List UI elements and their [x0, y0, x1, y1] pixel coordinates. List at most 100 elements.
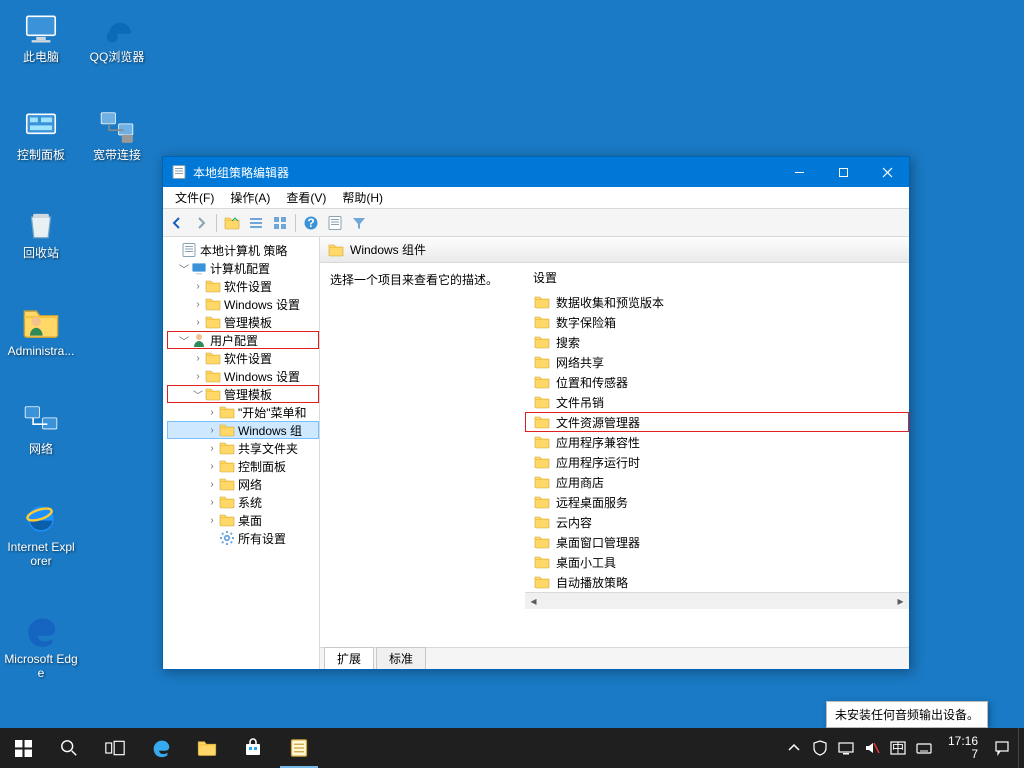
list-item[interactable]: 搜索: [525, 332, 909, 352]
tree-cc-admin[interactable]: ›管理模板: [167, 313, 319, 331]
tree-admin-child[interactable]: 所有设置: [167, 529, 319, 547]
tray-network-icon[interactable]: [838, 740, 854, 756]
scroll-left-button[interactable]: ◂: [525, 593, 542, 609]
minimize-button[interactable]: [777, 157, 821, 187]
folder-icon: [205, 350, 221, 366]
desktop-icon-controlpanel[interactable]: 控制面板: [4, 104, 78, 162]
list-item-label: 应用商店: [556, 474, 604, 491]
help-button[interactable]: ?: [299, 211, 323, 235]
tray-chevron-icon[interactable]: [786, 740, 802, 756]
taskbar-explorer[interactable]: [184, 728, 230, 768]
list-item-label: 数字保险箱: [556, 314, 616, 331]
taskbar-edge[interactable]: [138, 728, 184, 768]
tray-clock[interactable]: 17:167: [942, 735, 984, 761]
tree-admin-child[interactable]: ›"开始"菜单和: [167, 403, 319, 421]
menu-action[interactable]: 操作(A): [222, 187, 278, 208]
tree-cc-soft[interactable]: ›软件设置: [167, 277, 319, 295]
desktop-icon-admin[interactable]: Administra...: [4, 300, 78, 358]
taskbar-store[interactable]: [230, 728, 276, 768]
desktop-icon-network[interactable]: 网络: [4, 398, 78, 456]
list-item[interactable]: 应用程序运行时: [525, 452, 909, 472]
tree-admin-child[interactable]: ›共享文件夹: [167, 439, 319, 457]
properties-button[interactable]: [323, 211, 347, 235]
taskbar-gpedit[interactable]: [276, 728, 322, 768]
menu-help[interactable]: 帮助(H): [334, 187, 391, 208]
tab-extended[interactable]: 扩展: [324, 647, 374, 669]
tree-label: Windows 设置: [224, 296, 300, 313]
nav-back-button[interactable]: [165, 211, 189, 235]
list-item-label: 搜索: [556, 334, 580, 351]
tree-admin-child[interactable]: ›桌面: [167, 511, 319, 529]
hscrollbar[interactable]: ◂ ▸: [525, 592, 909, 609]
taskview-button[interactable]: [92, 728, 138, 768]
list-item[interactable]: 桌面小工具: [525, 552, 909, 572]
desktop-icon-qqbrowser[interactable]: QQ浏览器: [80, 6, 154, 64]
tree-cc-win[interactable]: ›Windows 设置: [167, 295, 319, 313]
folder-icon: [534, 454, 550, 470]
show-desktop-button[interactable]: [1018, 728, 1024, 768]
tree-pane[interactable]: 本地计算机 策略 ﹀计算机配置 ›软件设置 ›Windows 设置 ›管理模板 …: [163, 237, 320, 669]
tree-label: 桌面: [238, 512, 262, 529]
maximize-button[interactable]: [821, 157, 865, 187]
taskbar: 中 17:167: [0, 728, 1024, 768]
desktop-icon-edge[interactable]: Microsoft Edge: [4, 608, 78, 680]
folder-icon: [205, 386, 221, 402]
tree-root[interactable]: 本地计算机 策略: [167, 241, 319, 259]
tray-security-icon[interactable]: [812, 740, 828, 756]
list-item[interactable]: 位置和传感器: [525, 372, 909, 392]
desktop-icon-recyclebin[interactable]: 回收站: [4, 202, 78, 260]
action-center-icon[interactable]: [994, 740, 1010, 756]
close-button[interactable]: [865, 157, 909, 187]
nav-fwd-button[interactable]: [189, 211, 213, 235]
folder-icon: [205, 314, 221, 330]
tray-volume-icon[interactable]: [864, 740, 880, 756]
menu-file[interactable]: 文件(F): [167, 187, 222, 208]
titlebar[interactable]: 本地组策略编辑器: [163, 157, 909, 187]
tree-admin-child[interactable]: ›控制面板: [167, 457, 319, 475]
list-item[interactable]: 网络共享: [525, 352, 909, 372]
details-button[interactable]: [268, 211, 292, 235]
list-item[interactable]: 桌面窗口管理器: [525, 532, 909, 552]
desktop-icon-ie[interactable]: Internet Explorer: [4, 496, 78, 568]
list-item[interactable]: 文件资源管理器: [525, 412, 909, 432]
scroll-right-button[interactable]: ▸: [892, 593, 909, 609]
description-prompt: 选择一个项目来查看它的描述。: [330, 273, 498, 287]
list-item[interactable]: 文件吊销: [525, 392, 909, 412]
folder-icon: [205, 368, 221, 384]
settings-list[interactable]: 设置 数据收集和预览版本数字保险箱搜索网络共享位置和传感器文件吊销文件资源管理器…: [525, 263, 909, 647]
tree-computer-config[interactable]: ﹀计算机配置: [167, 259, 319, 277]
tree-admin-child[interactable]: ›Windows 组: [167, 421, 319, 439]
tree-admin-child[interactable]: ›网络: [167, 475, 319, 493]
tab-standard[interactable]: 标准: [376, 647, 426, 669]
tree-uc-win[interactable]: ›Windows 设置: [167, 367, 319, 385]
list-item-label: 文件吊销: [556, 394, 604, 411]
window-title: 本地组策略编辑器: [193, 164, 777, 181]
tree-admin-child[interactable]: ›系统: [167, 493, 319, 511]
desktop-icon-thispc[interactable]: 此电脑: [4, 6, 78, 64]
search-button[interactable]: [46, 728, 92, 768]
list-button[interactable]: [244, 211, 268, 235]
tree-label: 共享文件夹: [238, 440, 298, 457]
up-button[interactable]: [220, 211, 244, 235]
tray-keyboard-icon[interactable]: [916, 740, 932, 756]
desktop-icon-broadband[interactable]: 宽带连接: [80, 104, 154, 162]
start-button[interactable]: [0, 728, 46, 768]
tree-label: 系统: [238, 494, 262, 511]
list-item[interactable]: 数据收集和预览版本: [525, 292, 909, 312]
menu-view[interactable]: 查看(V): [278, 187, 334, 208]
list-item[interactable]: 云内容: [525, 512, 909, 532]
filter-button[interactable]: [347, 211, 371, 235]
list-item[interactable]: 远程桌面服务: [525, 492, 909, 512]
list-item[interactable]: 自动播放策略: [525, 572, 909, 592]
tree-label: 管理模板: [224, 386, 272, 403]
tray-ime-icon[interactable]: 中: [890, 740, 906, 756]
list-item[interactable]: 数字保险箱: [525, 312, 909, 332]
gpedit-window: 本地组策略编辑器 文件(F) 操作(A) 查看(V) 帮助(H) ? 本地计算机…: [162, 156, 910, 670]
tree-uc-admin[interactable]: ﹀管理模板: [167, 385, 319, 403]
tree-uc-soft[interactable]: ›软件设置: [167, 349, 319, 367]
tree-user-config[interactable]: ﹀用户配置: [167, 331, 319, 349]
list-item[interactable]: 应用程序兼容性: [525, 432, 909, 452]
folder-icon: [219, 404, 235, 420]
list-item[interactable]: 应用商店: [525, 472, 909, 492]
content-header: Windows 组件: [320, 237, 909, 263]
